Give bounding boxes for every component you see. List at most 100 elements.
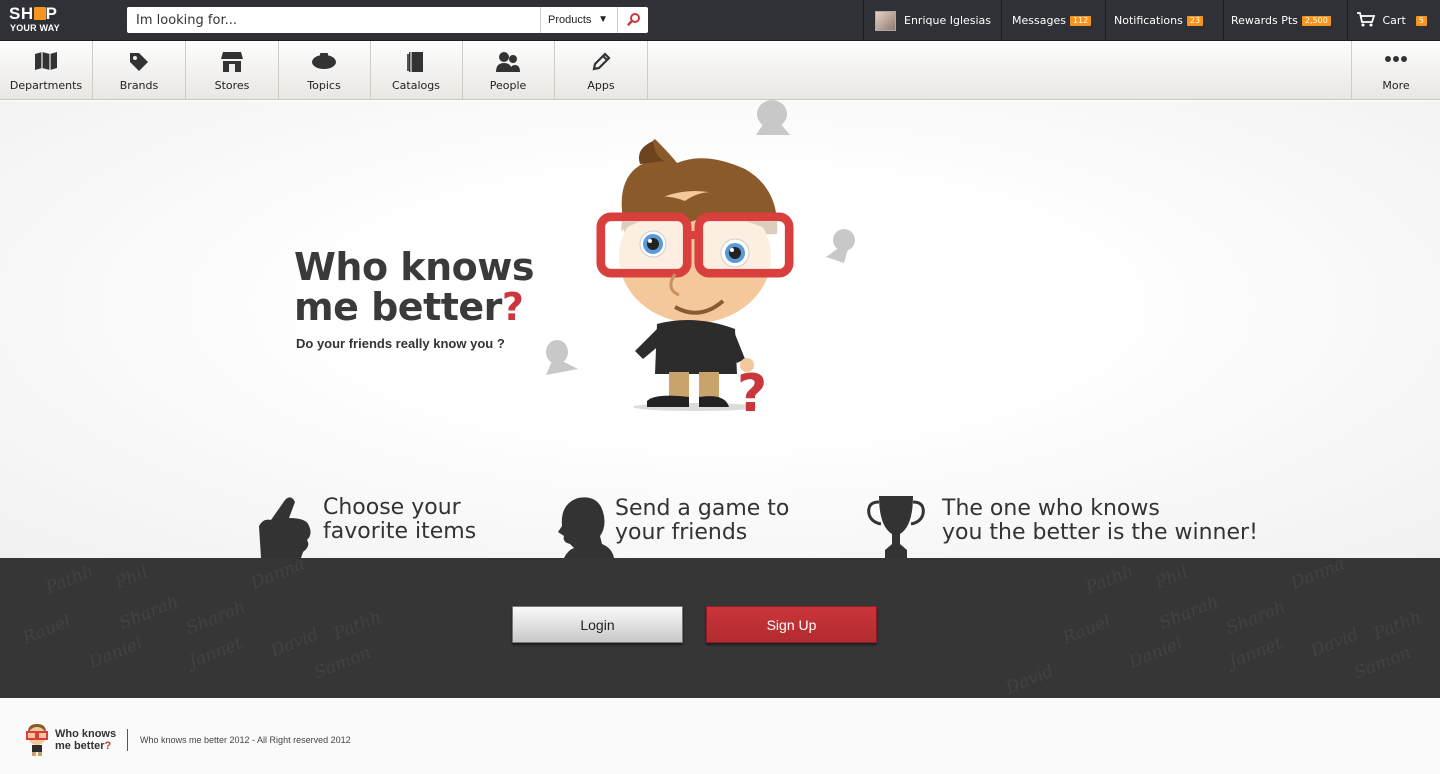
hero-title: Who knows me better? [294, 247, 534, 327]
nav-item-departments[interactable]: Departments [0, 41, 93, 99]
dropdown-caret-icon: ▼ [598, 14, 608, 25]
watermark-name: Rauel [20, 611, 74, 649]
nav-label-topics: Topics [307, 79, 341, 92]
search-category-label: Products [548, 14, 592, 26]
step-3-text: The one who knows you the better is the … [942, 497, 1258, 545]
messages-count-badge: 112 [1069, 16, 1092, 26]
watermark-name: Sharah [183, 597, 249, 639]
step-3-line2: you the better is the winner! [942, 520, 1258, 545]
step-2-line2: your friends [615, 520, 748, 545]
speech-bubble-icon [546, 340, 578, 375]
nav-item-apps[interactable]: Apps [555, 41, 648, 99]
nav-item-brands[interactable]: Brands [93, 41, 186, 99]
watermark-name: Daniel [1126, 633, 1186, 673]
step-1-text: Choose your favorite items [323, 496, 476, 544]
speech-bubble-icon [756, 100, 790, 135]
speech-bubble-icon [826, 229, 855, 263]
catalog-icon [407, 52, 423, 72]
nav-item-stores[interactable]: Stores [186, 41, 279, 99]
hero-subtitle: Do your friends really know you ? [296, 336, 505, 351]
step-3-line1: The one who knows [942, 496, 1160, 521]
watermark-name: Phil [112, 562, 151, 594]
watermark-name: David [268, 624, 322, 662]
step-2-text: Send a game to your friends [615, 497, 789, 545]
nav-label-more: More [1382, 79, 1410, 92]
messages-link[interactable]: Messages 112 [1001, 0, 1105, 41]
watermark-name: David [1308, 624, 1362, 662]
search-input[interactable] [127, 7, 540, 33]
storefront-icon [221, 52, 243, 72]
footer-logo-line1: Who knows [55, 728, 117, 740]
map-icon [35, 52, 57, 70]
person-head-silhouette-icon [558, 497, 614, 558]
nav-item-catalogs[interactable]: Catalogs [370, 41, 463, 99]
watermark-name: Samon [1351, 642, 1414, 684]
watermark-name: Danna [248, 558, 308, 594]
footer-logo-text: Who knows me better? [55, 728, 116, 752]
step-2-line1: Send a game to [615, 496, 790, 521]
nav-label-people: People [489, 79, 527, 92]
more-dots-icon [1385, 56, 1407, 62]
hero-title-line1: Who knows [294, 245, 534, 289]
watermark-name: Jannet [186, 633, 246, 673]
watermark-name: Sharah [116, 592, 182, 634]
cart-link[interactable]: Cart 5 [1347, 0, 1440, 41]
cart-label: Cart [1382, 14, 1406, 27]
tag-icon [130, 53, 148, 71]
step-1-line2: favorite items [323, 519, 477, 544]
notifications-label: Notifications [1114, 14, 1183, 27]
watermark-name: Pathh [331, 607, 385, 645]
step-1-line1: Choose your [323, 495, 461, 520]
svg-text:?: ? [737, 364, 767, 414]
pointing-hand-icon [259, 497, 311, 558]
watermark-name: Samon [311, 642, 374, 684]
footer-divider [127, 729, 128, 751]
footer: Who knows me better? Who knows me better… [0, 698, 1440, 774]
notifications-link[interactable]: Notifications 23 [1105, 0, 1223, 41]
messages-label: Messages [1012, 14, 1066, 27]
search-icon [627, 13, 640, 26]
login-signup-band: Pathh Phil Danna Sharah Sharah Rauel Dan… [0, 558, 1440, 698]
nav-label-catalogs: Catalogs [392, 79, 440, 92]
watermark-name: Jannet [1226, 633, 1286, 673]
rewards-points-link[interactable]: Rewards Pts 2,500 [1223, 0, 1347, 41]
watermark-name: David [1003, 661, 1057, 698]
watermark-name: Danna [1288, 558, 1348, 594]
search-category-select[interactable]: Products ▼ [540, 7, 617, 33]
nav-item-topics[interactable]: Topics [278, 41, 371, 99]
nav-bar: Departments Brands Stores Topics Catalog… [0, 41, 1440, 100]
watermark-name: Pathh [1371, 607, 1425, 645]
user-name: Enrique Iglesias [904, 14, 992, 27]
footer-logo-line2: me better [55, 740, 105, 752]
nav-label-departments: Departments [9, 79, 83, 92]
user-profile-link[interactable]: Enrique Iglesias [863, 0, 1001, 41]
watermark-name: Sharah [1156, 592, 1222, 634]
nav-label-stores: Stores [214, 79, 250, 92]
nav-item-more[interactable]: More [1351, 41, 1440, 99]
watermark-name: Pathh [43, 561, 97, 599]
watermark-name: Sharah [1223, 597, 1289, 639]
rewards-count-badge: 2,500 [1301, 16, 1331, 26]
nav-item-people[interactable]: People [462, 41, 555, 99]
logo-bag-icon [33, 7, 46, 20]
shop-your-way-logo[interactable]: SH P YOUR WAY [9, 5, 69, 35]
hero-title-question-mark: ? [501, 285, 524, 329]
notifications-count-badge: 23 [1186, 16, 1204, 26]
cart-icon [1357, 12, 1376, 27]
cart-count-badge: 5 [1415, 16, 1427, 26]
watermark-name: Rauel [1060, 611, 1114, 649]
avatar [875, 11, 896, 31]
signup-button[interactable]: Sign Up [706, 606, 877, 643]
footer-logo-question-mark: ? [104, 740, 112, 752]
rewards-label: Rewards Pts [1231, 14, 1298, 27]
footer-mascot-logo [26, 724, 48, 756]
pencil-icon [592, 52, 611, 71]
search-bar: Products ▼ [127, 7, 648, 33]
people-icon [496, 52, 520, 72]
watermark-name: Pathh [1083, 561, 1137, 599]
mascot-character-illustration: ? [596, 139, 794, 414]
hero-section: Who knows me better? Do your friends rea… [0, 100, 1440, 558]
login-button[interactable]: Login [512, 606, 683, 643]
search-button[interactable] [617, 7, 648, 33]
nav-label-apps: Apps [587, 79, 615, 92]
